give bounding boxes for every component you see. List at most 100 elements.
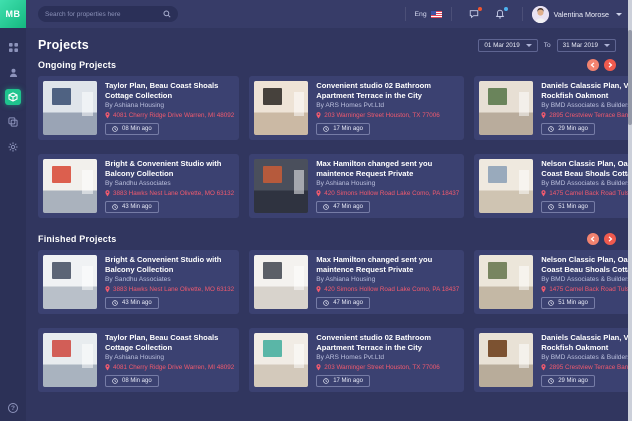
prev-page-button[interactable] (587, 233, 599, 245)
scrollbar-track[interactable] (628, 0, 632, 421)
clock-icon (323, 204, 329, 210)
search-icon[interactable] (163, 5, 171, 23)
project-address: 2895 Crestview Terrace Bandera, TX 78003 (541, 112, 632, 119)
time-badge: 29 Min ago (541, 123, 595, 135)
scrollbar-thumb[interactable] (628, 30, 632, 125)
project-info: Taylor Plan, Beau Coast Shoals Cottage C… (105, 81, 234, 135)
us-flag-icon (431, 11, 442, 18)
time-badge: 51 Min ago (541, 201, 595, 213)
chevron-down-icon (616, 13, 622, 16)
project-title: Convenient studio 02 Bathroom Apartment … (316, 333, 459, 352)
date-to-select[interactable]: 31 Mar 2019 (557, 39, 616, 52)
date-from-select[interactable]: 01 Mar 2019 (478, 39, 537, 52)
project-photo (479, 255, 533, 309)
project-photo (254, 159, 308, 213)
project-card[interactable]: Taylor Plan, Beau Coast Shoals Cottage C… (38, 76, 239, 140)
project-title: Nelson Classic Plan, Oakmont Coast Beau … (541, 159, 632, 178)
next-page-button[interactable] (604, 59, 616, 71)
location-pin-icon (105, 364, 110, 371)
clock-icon (112, 204, 118, 210)
project-address: 1475 Camel Back Road Tulsa, OK 74120 (541, 190, 632, 197)
clock-icon (548, 204, 554, 210)
project-title: Bright & Convenient Studio with Balcony … (105, 255, 234, 274)
messages-icon[interactable] (469, 9, 479, 19)
project-title: Max Hamilton changed sent you maintence … (316, 255, 459, 274)
clock-icon (323, 300, 329, 306)
project-card[interactable]: Taylor Plan, Beau Coast Shoals Cottage C… (38, 328, 239, 392)
project-address: 3883 Hawks Nest Lane Olivette, MO 63132 (105, 286, 234, 293)
unread-messages-dot (478, 7, 482, 11)
sidebar-item-documents[interactable] (5, 114, 21, 130)
project-photo (479, 81, 533, 135)
sidebar-item-dashboard[interactable] (5, 39, 21, 55)
sidebar: ? (0, 28, 26, 421)
new-notifications-dot (504, 7, 508, 11)
gear-icon (8, 142, 18, 152)
project-title: Taylor Plan, Beau Coast Shoals Cottage C… (105, 333, 234, 352)
sidebar-item-settings[interactable] (5, 139, 21, 155)
project-photo (43, 333, 97, 387)
project-card[interactable]: Nelson Classic Plan, Oakmont Coast Beau … (474, 250, 632, 314)
project-card[interactable]: Daniels Calassic Plan, Village At Rockfi… (474, 76, 632, 140)
next-page-button[interactable] (604, 233, 616, 245)
clock-icon (112, 126, 118, 132)
project-card[interactable]: Convenient studio 02 Bathroom Apartment … (249, 76, 464, 140)
clock-icon (548, 378, 554, 384)
user-name: Valentina Morose (554, 10, 609, 19)
location-pin-icon (541, 286, 546, 293)
sidebar-item-contacts[interactable] (5, 64, 21, 80)
time-badge: 47 Min ago (316, 297, 370, 309)
section-title-ongoing: Ongoing Projects (38, 60, 116, 70)
project-photo (479, 159, 533, 213)
sidebar-item-projects[interactable] (5, 89, 21, 105)
project-photo (254, 333, 308, 387)
project-info: Max Hamilton changed sent you maintence … (316, 159, 459, 213)
project-address: 203 Warninger Street Houston, TX 77006 (316, 364, 459, 371)
prev-page-button[interactable] (587, 59, 599, 71)
project-photo (43, 81, 97, 135)
project-title: Nelson Classic Plan, Oakmont Coast Beau … (541, 255, 632, 274)
project-company: By Sandhu Associates (105, 276, 234, 283)
top-bar: MB Eng Valentina Morose (0, 0, 632, 28)
divider (405, 7, 406, 21)
time-badge: 43 Min ago (105, 297, 159, 309)
project-card[interactable]: Max Hamilton changed sent you maintence … (249, 154, 464, 218)
project-card[interactable]: Bright & Convenient Studio with Balcony … (38, 154, 239, 218)
project-info: Nelson Classic Plan, Oakmont Coast Beau … (541, 255, 632, 309)
project-company: By Ashiana Housing (316, 276, 459, 283)
project-title: Taylor Plan, Beau Coast Shoals Cottage C… (105, 81, 234, 100)
notifications-icon[interactable] (495, 9, 505, 19)
finished-projects-grid: Bright & Convenient Studio with Balcony … (38, 250, 622, 392)
project-photo (43, 159, 97, 213)
layers-icon (8, 117, 18, 127)
app-logo[interactable]: MB (0, 0, 26, 28)
project-title: Convenient studio 02 Bathroom Apartment … (316, 81, 459, 100)
project-card[interactable]: Nelson Classic Plan, Oakmont Coast Beau … (474, 154, 632, 218)
project-info: Convenient studio 02 Bathroom Apartment … (316, 81, 459, 135)
location-pin-icon (541, 112, 546, 119)
project-card[interactable]: Convenient studio 02 Bathroom Apartment … (249, 328, 464, 392)
search-bar[interactable] (38, 6, 178, 22)
project-photo (254, 255, 308, 309)
project-company: By BMD Associates & Builders (541, 276, 632, 283)
project-info: Nelson Classic Plan, Oakmont Coast Beau … (541, 159, 632, 213)
project-address: 420 Simons Hollow Road Lake Como, PA 184… (316, 286, 459, 293)
help-icon[interactable]: ? (8, 403, 18, 413)
project-address: 4081 Cherry Ridge Drive Warren, MI 48092 (105, 364, 234, 371)
search-input[interactable] (45, 11, 163, 18)
project-address: 203 Warninger Street Houston, TX 77006 (316, 112, 459, 119)
project-card[interactable]: Bright & Convenient Studio with Balcony … (38, 250, 239, 314)
project-card[interactable]: Daniels Calassic Plan, Village At Rockfi… (474, 328, 632, 392)
divider (522, 7, 523, 21)
project-card[interactable]: Max Hamilton changed sent you maintence … (249, 250, 464, 314)
project-address: 3883 Hawks Nest Lane Olivette, MO 63132 (105, 190, 234, 197)
chevron-left-icon (590, 62, 596, 68)
language-selector[interactable]: Eng (415, 11, 442, 18)
chevron-down-icon (526, 44, 532, 47)
project-company: By BMD Associates & Builders (541, 102, 632, 109)
divider (451, 7, 452, 21)
clock-icon (323, 126, 329, 132)
project-title: Daniels Calassic Plan, Village At Rockfi… (541, 81, 632, 100)
project-company: By Ashiana Housing (105, 354, 234, 361)
user-menu[interactable]: Valentina Morose (532, 6, 622, 23)
